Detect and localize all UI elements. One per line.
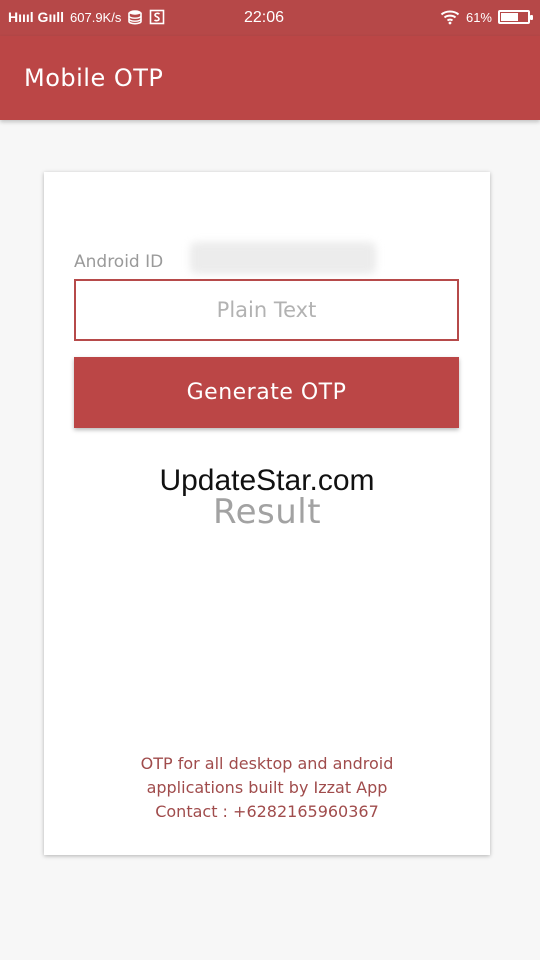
database-icon	[127, 9, 143, 25]
android-id-value-redacted	[190, 242, 376, 274]
status-right-group: 61%	[440, 9, 533, 25]
footer-line-2: applications built by Izzat App	[146, 778, 388, 797]
network-speed: 607.9K/s	[70, 9, 122, 25]
wifi-icon	[440, 9, 460, 25]
otp-card: Android ID Generate OTP Result UpdateSta…	[44, 172, 490, 855]
watermark-text: UpdateStar.com	[159, 464, 375, 497]
status-left-group: Hıııl Gııll 607.9K/s	[8, 9, 165, 25]
result-text: Result	[212, 492, 322, 532]
battery-percent: 61%	[465, 9, 492, 25]
status-bar: Hıııl Gııll 607.9K/s 22:06 61%	[0, 0, 540, 36]
footer-line-1: OTP for all desktop and android	[140, 754, 394, 773]
generate-otp-button[interactable]: Generate OTP	[74, 357, 459, 428]
status-time: 22:06	[244, 9, 285, 26]
footer-line-3: Contact : +6282165960367	[155, 802, 379, 821]
app-bar: Mobile OTP	[0, 36, 540, 120]
android-id-label: Android ID	[74, 252, 164, 272]
app-title: Mobile OTP	[24, 64, 164, 92]
battery-level-fill	[501, 13, 519, 21]
footer-note: OTP for all desktop and android applicat…	[44, 752, 490, 824]
plain-text-input[interactable]	[74, 279, 459, 341]
battery-icon	[498, 10, 533, 24]
signal-strength: Hıııl Gııll	[8, 9, 65, 25]
s-app-icon	[149, 9, 165, 25]
